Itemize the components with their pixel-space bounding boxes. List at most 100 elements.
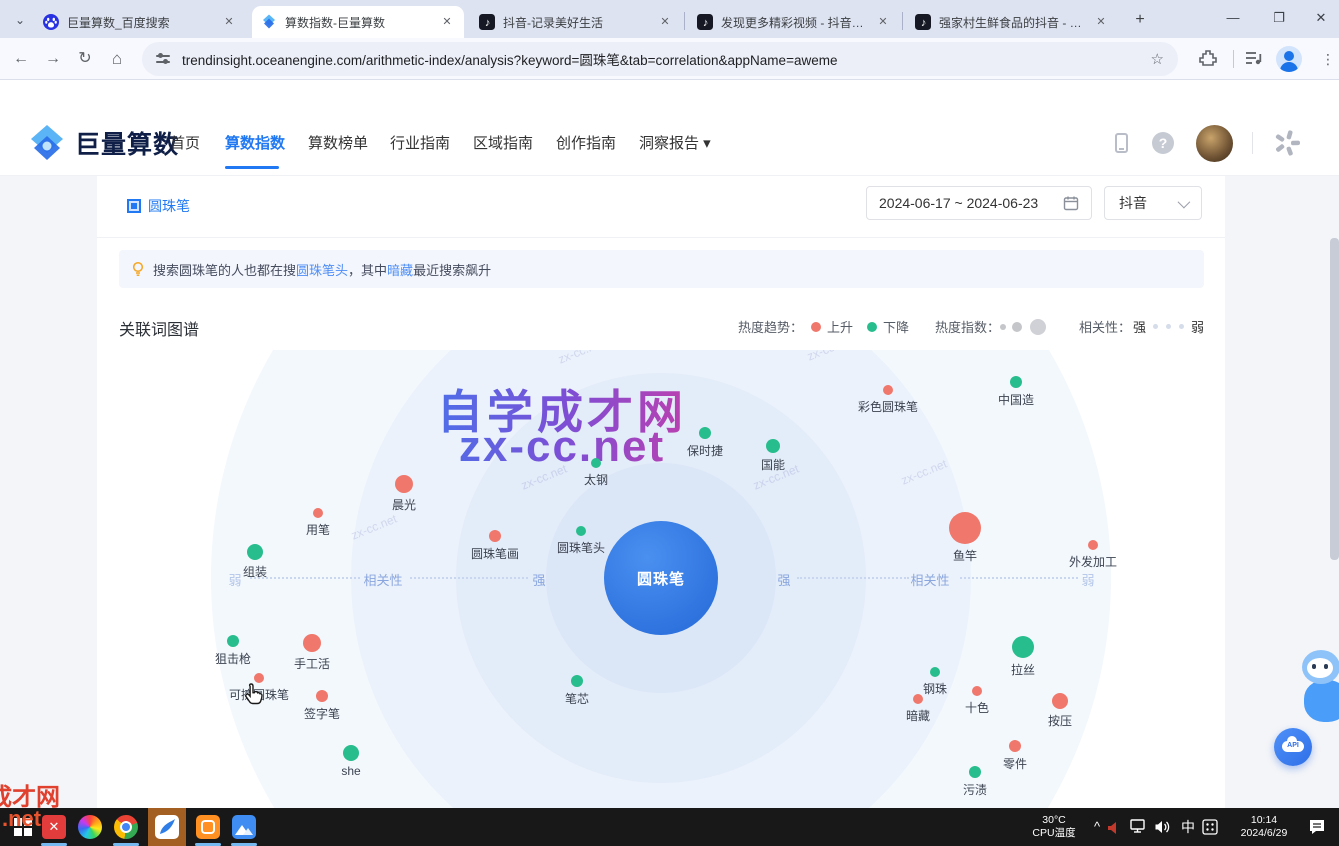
taskbar-red-x-app-icon[interactable]: ✕ — [42, 815, 66, 839]
nav-item-1[interactable]: 首页 — [170, 132, 200, 156]
network-icon[interactable] — [1130, 819, 1148, 846]
keyword-chip[interactable]: 圆珠笔 — [127, 196, 190, 216]
bubble-dot[interactable] — [949, 512, 981, 544]
header-divider — [1252, 132, 1253, 154]
pinyin-grid-icon[interactable] — [1202, 819, 1218, 846]
tip-link-2[interactable]: 暗藏 — [387, 260, 413, 279]
desktop-root: ⌄ 巨量算数_百度搜索✕算数指数-巨量算数✕♪抖音-记录美好生活✕♪发现更多精彩… — [0, 0, 1339, 846]
bubble-dot[interactable] — [303, 634, 321, 652]
reload-button[interactable]: ↻ — [72, 46, 98, 72]
site-logo[interactable]: 巨量算数 — [26, 122, 179, 164]
calendar-icon — [1063, 195, 1079, 211]
new-tab-button[interactable]: + — [1128, 8, 1152, 32]
nav-item-2[interactable]: 算数指数 — [225, 132, 285, 156]
bubble-label: 手工活 — [252, 655, 372, 672]
bubble-label: 外发加工 — [1033, 553, 1153, 570]
tab-close-icon[interactable]: ✕ — [657, 14, 673, 30]
address-bar[interactable]: trendinsight.oceanengine.com/arithmetic-… — [142, 42, 1178, 76]
muted-speaker-icon[interactable] — [1108, 821, 1122, 846]
ime-indicator[interactable]: 中 — [1178, 808, 1198, 846]
tab-search-chevron-icon[interactable]: ⌄ — [8, 8, 32, 32]
bubble-dot[interactable] — [699, 427, 711, 439]
window-minimize-button[interactable]: — — [1212, 0, 1254, 36]
url-text[interactable]: trendinsight.oceanengine.com/arithmetic-… — [182, 49, 1151, 69]
tab-close-icon[interactable]: ✕ — [1093, 14, 1109, 30]
page-scrollbar[interactable] — [1330, 238, 1339, 560]
tab-close-icon[interactable]: ✕ — [875, 14, 891, 30]
cpu-temp-widget[interactable]: 30°C CPU温度 — [1022, 808, 1086, 846]
nav-item-6[interactable]: 创作指南 — [556, 132, 616, 156]
tab-close-icon[interactable]: ✕ — [221, 14, 237, 30]
bubble-dot[interactable] — [972, 686, 982, 696]
extensions-icon[interactable] — [1198, 48, 1218, 73]
taskbar-blue-sail-app-icon[interactable] — [155, 815, 179, 839]
bubble-dot[interactable] — [571, 675, 583, 687]
bubble-dot[interactable] — [489, 530, 501, 542]
browser-tab-3[interactable]: ♪抖音-记录美好生活✕ — [470, 6, 682, 38]
bubble-dot[interactable] — [1009, 740, 1021, 752]
legend-weak-label: 弱 — [1191, 317, 1204, 336]
help-icon[interactable]: ? — [1152, 132, 1174, 154]
reading-list-icon[interactable] — [1244, 48, 1264, 73]
date-range-picker[interactable]: 2024-06-17 ~ 2024-06-23 — [866, 186, 1092, 220]
browser-profile-avatar[interactable] — [1276, 46, 1302, 72]
bubble-dot[interactable] — [395, 475, 413, 493]
taskbar-chrome-icon[interactable] — [114, 815, 138, 839]
tip-link-1[interactable]: 圆珠笔头 — [296, 260, 348, 279]
bubble-dot[interactable] — [227, 635, 239, 647]
nav-item-3[interactable]: 算数榜单 — [308, 132, 368, 156]
bubble-dot[interactable] — [343, 745, 359, 761]
taskbar-orange-app-icon[interactable] — [196, 815, 220, 839]
bubble-dot[interactable] — [930, 667, 940, 677]
bubble-dot[interactable] — [316, 690, 328, 702]
back-button[interactable]: ← — [8, 46, 34, 72]
keyword-color-swatch-icon — [127, 199, 141, 213]
user-avatar[interactable] — [1196, 125, 1233, 162]
bubble-dot[interactable] — [247, 544, 263, 560]
tab-close-icon[interactable]: ✕ — [439, 14, 455, 30]
window-close-button[interactable]: ✕ — [1300, 0, 1339, 36]
axis-correlation-left: 相关性 — [343, 570, 423, 589]
taskbar-color-wheel-app-icon[interactable] — [78, 815, 102, 839]
oceanengine-pinwheel-icon[interactable] — [1272, 128, 1302, 158]
bubble-dot[interactable] — [313, 508, 323, 518]
site-info-icon[interactable] — [156, 52, 170, 66]
mobile-app-icon[interactable] — [1115, 133, 1128, 153]
bubble-label: 污渍 — [915, 781, 1035, 798]
tray-expand-chevron-icon[interactable]: ^ — [1088, 808, 1106, 846]
svg-text:♪: ♪ — [703, 17, 709, 29]
bubble-dot[interactable] — [883, 385, 893, 395]
active-nav-underline — [225, 166, 279, 169]
api-floating-button[interactable]: API — [1274, 728, 1312, 766]
notification-center-icon[interactable] — [1308, 818, 1326, 846]
toolbar-divider — [1233, 50, 1234, 68]
taskbar-photos-app-icon[interactable] — [232, 815, 256, 839]
bubble-dot[interactable] — [969, 766, 981, 778]
taskbar-active-app-highlight[interactable] — [148, 808, 186, 846]
clock-widget[interactable]: 10:14 2024/6/29 — [1228, 808, 1300, 846]
platform-select[interactable]: 抖音 — [1104, 186, 1202, 220]
forward-button[interactable]: → — [40, 46, 66, 72]
bubble-dot[interactable] — [1088, 540, 1098, 550]
browser-tab-1[interactable]: 巨量算数_百度搜索✕ — [34, 6, 246, 38]
mascot-character[interactable] — [1302, 650, 1339, 730]
nav-item-5[interactable]: 区域指南 — [473, 132, 533, 156]
browser-tab-2[interactable]: 算数指数-巨量算数✕ — [252, 6, 464, 38]
nav-item-7[interactable]: 洞察报告 ▾ — [639, 132, 711, 156]
bubble-dot[interactable] — [591, 458, 601, 468]
bookmark-star-icon[interactable]: ☆ — [1151, 50, 1164, 68]
window-maximize-button[interactable]: ❐ — [1258, 0, 1300, 36]
volume-icon[interactable] — [1155, 820, 1173, 846]
browser-menu-icon[interactable]: ⋮ — [1318, 46, 1338, 72]
nav-item-4[interactable]: 行业指南 — [390, 132, 450, 156]
home-button[interactable]: ⌂ — [104, 46, 130, 72]
browser-tab-4[interactable]: ♪发现更多精彩视频 - 抖音搜索✕ — [688, 6, 900, 38]
bubble-dot[interactable] — [1052, 693, 1068, 709]
date-range-value: 2024-06-17 ~ 2024-06-23 — [879, 195, 1063, 211]
bubble-dot[interactable] — [1012, 636, 1034, 658]
browser-tab-5[interactable]: ♪强家村生鲜食品的抖音 - 抖音✕ — [906, 6, 1118, 38]
bubble-dot[interactable] — [1010, 376, 1022, 388]
bubble-dot[interactable] — [576, 526, 586, 536]
browser-toolbar: ← → ↻ ⌂ trendinsight.oceanengine.com/ari… — [0, 38, 1339, 80]
bubble-dot[interactable] — [766, 439, 780, 453]
